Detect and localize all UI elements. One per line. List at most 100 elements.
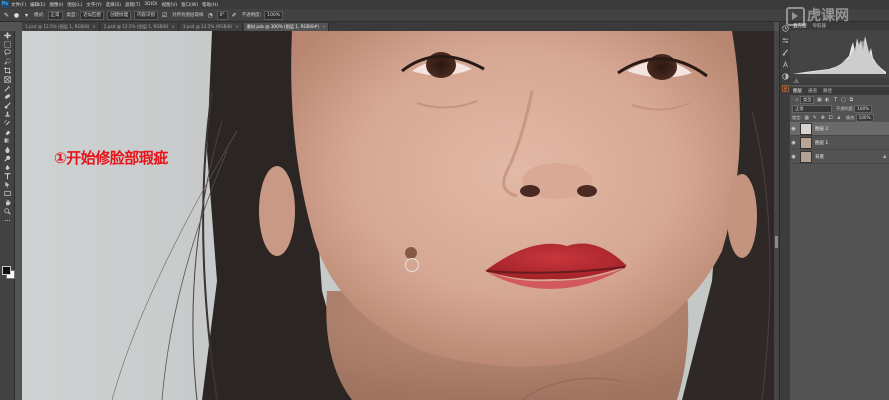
close-icon[interactable]: × bbox=[322, 23, 326, 31]
filter-adjustment-icon[interactable]: ◐ bbox=[824, 97, 830, 103]
filter-shape-icon[interactable]: ▢ bbox=[840, 97, 846, 103]
tutorial-annotation: ①开始修脸部瑕疵 bbox=[54, 149, 168, 167]
tab-document-3[interactable]: 3.psd @ 12.5% (RGB/8) × bbox=[179, 23, 243, 31]
layer-name[interactable]: 图层 2 bbox=[815, 126, 828, 132]
quick-select-tool-icon[interactable] bbox=[0, 57, 14, 66]
move-tool-icon[interactable] bbox=[0, 31, 14, 40]
marquee-tool-icon[interactable] bbox=[0, 40, 14, 49]
lock-image-icon[interactable]: ✎ bbox=[812, 115, 818, 121]
mode-select[interactable]: 正常 bbox=[47, 10, 63, 20]
menu-filter[interactable]: 滤镜(T) bbox=[125, 2, 140, 8]
menu-view[interactable]: 视图(V) bbox=[162, 2, 178, 8]
tab-document-2[interactable]: 2.psd @ 12.5% (图层 1, RGB/8) × bbox=[100, 23, 179, 31]
menu-image[interactable]: 图像(I) bbox=[49, 2, 63, 8]
path-select-tool-icon[interactable] bbox=[0, 181, 14, 190]
brush-settings-icon[interactable] bbox=[780, 46, 790, 58]
histogram-panel bbox=[790, 30, 889, 78]
dodge-tool-icon[interactable] bbox=[0, 154, 14, 163]
frame-tool-icon[interactable] bbox=[0, 75, 14, 84]
tab-label: 1.psd @ 12.5% (图层 1, RGB/8) bbox=[25, 24, 90, 29]
lock-label: 锁定: bbox=[792, 114, 802, 120]
tab-channels[interactable]: 通道 bbox=[808, 88, 817, 94]
menu-select[interactable]: 选择(S) bbox=[106, 2, 121, 8]
lock-artboard-icon[interactable]: ⧠ bbox=[828, 115, 834, 121]
opacity-input[interactable]: 100% bbox=[264, 10, 284, 20]
sample-all-layers-checkbox[interactable]: ☑ bbox=[161, 12, 168, 19]
menu-file[interactable]: 文件(F) bbox=[11, 2, 26, 8]
pressure-size-icon[interactable]: ✐ bbox=[231, 12, 238, 19]
zoom-tool-icon[interactable] bbox=[0, 207, 14, 216]
lock-all-icon[interactable]: 🔒︎ bbox=[836, 115, 842, 121]
tab-paths[interactable]: 路径 bbox=[823, 88, 832, 94]
clone-stamp-tool-icon[interactable] bbox=[0, 110, 14, 119]
angle-input[interactable]: 0° bbox=[216, 10, 228, 20]
close-icon[interactable]: × bbox=[171, 23, 175, 31]
layer-thumbnail bbox=[800, 136, 812, 149]
lasso-tool-icon[interactable] bbox=[0, 49, 14, 58]
layer-row[interactable]: ◉ 图层 2 bbox=[790, 122, 889, 136]
eraser-tool-icon[interactable] bbox=[0, 128, 14, 137]
history-brush-tool-icon[interactable] bbox=[0, 119, 14, 128]
type-tool-icon[interactable] bbox=[0, 172, 14, 181]
pen-tool-icon[interactable] bbox=[0, 163, 14, 172]
filter-smart-object-icon[interactable]: ⧉ bbox=[848, 97, 854, 103]
adjustments-panel-icon[interactable] bbox=[780, 70, 790, 82]
gradient-tool-icon[interactable] bbox=[0, 137, 14, 146]
layer-opacity-input[interactable]: 100% bbox=[854, 104, 873, 113]
menu-type[interactable]: 文字(Y) bbox=[86, 2, 101, 8]
menu-layer[interactable]: 图层(L) bbox=[67, 2, 82, 8]
fill-input[interactable]: 100% bbox=[855, 113, 874, 122]
rectangle-tool-icon[interactable] bbox=[0, 189, 14, 198]
scrollbar-thumb[interactable] bbox=[775, 236, 778, 248]
angle-icon[interactable]: ◔ bbox=[207, 12, 214, 19]
blend-mode-select[interactable]: 正常 bbox=[792, 104, 832, 113]
filter-pixel-icon[interactable]: ▣ bbox=[816, 97, 822, 103]
menu-3d[interactable]: 3D(D) bbox=[144, 2, 157, 7]
more-tools-icon[interactable] bbox=[0, 216, 14, 225]
layer-name[interactable]: 背景 bbox=[815, 154, 824, 160]
color-swatches[interactable] bbox=[2, 266, 15, 279]
blend-mode-row: 正常 不透明度: 100% bbox=[790, 104, 889, 113]
type-create-texture[interactable]: 创建纹理 bbox=[107, 10, 132, 20]
tab-document-1[interactable]: 1.psd @ 12.5% (图层 1, RGB/8) × bbox=[22, 23, 100, 31]
lock-position-icon[interactable]: ✥ bbox=[820, 115, 826, 121]
document-canvas[interactable]: ①开始修脸部瑕疵 bbox=[22, 31, 774, 400]
libraries-panel-icon[interactable] bbox=[780, 82, 790, 94]
portrait-photo[interactable] bbox=[22, 31, 774, 400]
foreground-color-swatch[interactable] bbox=[2, 266, 11, 275]
spot-healing-brush-icon[interactable]: ✎ bbox=[3, 12, 10, 19]
type-content-aware[interactable]: 内容识别 bbox=[134, 10, 159, 20]
hand-tool-icon[interactable] bbox=[0, 198, 14, 207]
properties-panel-icon[interactable] bbox=[780, 34, 790, 46]
histogram-footer: ⚠ bbox=[790, 78, 889, 85]
lock-icon: 🔒︎ bbox=[883, 153, 886, 160]
chevron-down-icon[interactable]: ▾ bbox=[23, 12, 30, 19]
layer-kind-select[interactable]: 类型 bbox=[800, 95, 815, 104]
lock-row: 锁定: ▦ ✎ ✥ ⧠ 🔒︎ 填充: 100% bbox=[790, 113, 889, 122]
menu-window[interactable]: 窗口(W) bbox=[181, 2, 198, 8]
layer-row[interactable]: ◉ 背景 🔒︎ bbox=[790, 150, 889, 164]
lock-transparent-icon[interactable]: ▦ bbox=[804, 115, 810, 121]
layer-name[interactable]: 图层 1 bbox=[815, 140, 828, 146]
eye-icon[interactable]: ◉ bbox=[790, 140, 797, 146]
menu-help[interactable]: 帮助(H) bbox=[202, 2, 218, 8]
menu-edit[interactable]: 编辑(E) bbox=[30, 2, 45, 8]
layer-thumbnail bbox=[800, 150, 812, 163]
filter-type-icon[interactable]: T bbox=[832, 97, 838, 103]
layer-row[interactable]: ◉ 图层 1 bbox=[790, 136, 889, 150]
eye-icon[interactable]: ◉ bbox=[790, 126, 797, 132]
brush-preset-picker-icon[interactable]: ● bbox=[13, 12, 20, 19]
close-icon[interactable]: × bbox=[235, 23, 239, 31]
eyedropper-tool-icon[interactable] bbox=[0, 84, 14, 93]
brush-tool-icon[interactable] bbox=[0, 101, 14, 110]
tab-layers[interactable]: 图层 bbox=[793, 88, 802, 94]
blur-tool-icon[interactable] bbox=[0, 145, 14, 154]
character-panel-icon[interactable] bbox=[780, 58, 790, 70]
eye-icon[interactable]: ◉ bbox=[790, 154, 797, 160]
close-icon[interactable]: × bbox=[92, 23, 96, 31]
tab-document-active[interactable]: 素材.psb @ 300% (图层 1, RGB/8#) × bbox=[243, 23, 330, 31]
type-label: 类型: bbox=[66, 13, 78, 18]
crop-tool-icon[interactable] bbox=[0, 66, 14, 75]
type-approx-match[interactable]: 近似匹配 bbox=[80, 10, 105, 20]
spot-healing-tool-icon[interactable] bbox=[0, 93, 14, 102]
